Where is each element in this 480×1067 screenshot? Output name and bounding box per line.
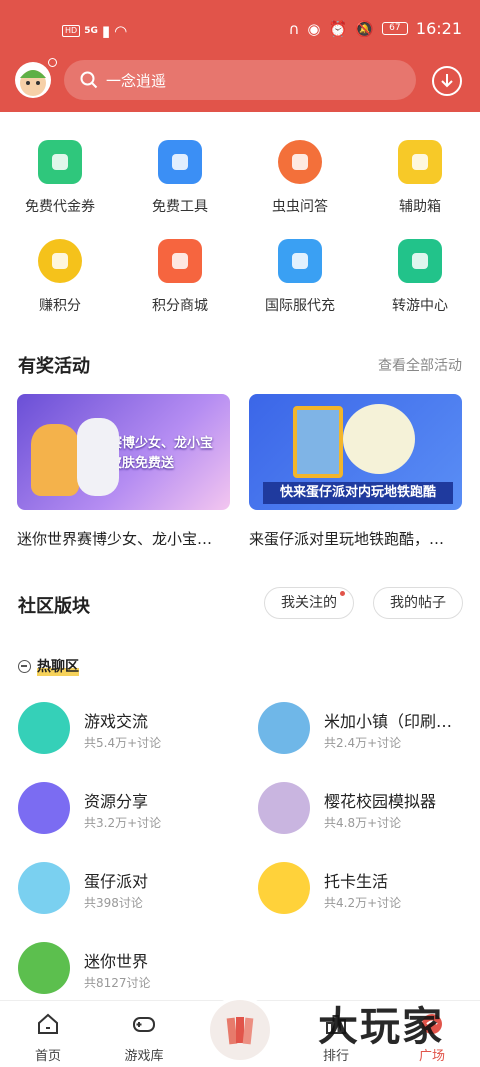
clock: 16:21 bbox=[415, 19, 462, 38]
book-stack-icon bbox=[226, 1017, 254, 1045]
community-meta: 共5.4万+讨论 bbox=[84, 736, 162, 750]
community-avatar bbox=[258, 782, 310, 834]
watermark-logo: 大玩家 bbox=[318, 1004, 444, 1050]
alarm-icon: ⏰ bbox=[328, 19, 348, 38]
search-bar[interactable]: 一念逍遥 bbox=[64, 60, 416, 100]
network-tag: 5G bbox=[84, 26, 98, 36]
community-name: 资源分享 bbox=[84, 792, 149, 811]
tool-label: 转游中心 bbox=[392, 298, 448, 314]
my-posts-button[interactable]: 我的帖子 bbox=[373, 587, 463, 619]
tool-coin[interactable]: 赚积分 bbox=[0, 229, 120, 315]
tool-robot[interactable]: 辅助箱 bbox=[360, 130, 480, 216]
banner-2-text: 快来蛋仔派对内玩地铁跑酷 bbox=[263, 482, 453, 504]
tool-label: 国际服代充 bbox=[265, 298, 335, 314]
girl-figure bbox=[77, 418, 119, 496]
nav-home[interactable]: 首页 bbox=[0, 1011, 96, 1064]
coupon-icon bbox=[38, 140, 82, 184]
community-title: 社区版块 bbox=[18, 596, 90, 617]
eye-icon: ◉ bbox=[307, 19, 321, 38]
activities-title: 有奖活动 bbox=[18, 356, 90, 377]
wallet-icon bbox=[278, 239, 322, 283]
tool-label: 免费代金券 bbox=[25, 199, 95, 215]
community-meta: 共398讨论 bbox=[84, 896, 143, 910]
community-name: 游戏交流 bbox=[84, 712, 149, 731]
community-name: 迷你世界 bbox=[84, 952, 149, 971]
tool-shop[interactable]: 积分商城 bbox=[120, 229, 240, 315]
avatar[interactable] bbox=[15, 62, 51, 98]
activity-banner-2[interactable]: 快来蛋仔派对内玩地铁跑酷 bbox=[249, 394, 462, 510]
center-game-button[interactable] bbox=[210, 1000, 270, 1060]
question-icon bbox=[278, 140, 322, 184]
tool-label: 积分商城 bbox=[152, 298, 208, 314]
transfer-icon bbox=[398, 239, 442, 283]
banner-1-text: 赛博少女、龙小宝 皮肤免费送 bbox=[109, 436, 214, 471]
download-icon bbox=[441, 74, 453, 88]
battery-icon: 67 bbox=[381, 22, 408, 35]
subway-poster bbox=[293, 406, 343, 478]
download-button[interactable] bbox=[432, 66, 462, 96]
community-name: 托卡生活 bbox=[324, 872, 389, 891]
followed-dot bbox=[340, 591, 345, 596]
signal-icon: ▮ bbox=[101, 22, 111, 40]
community-item[interactable]: 迷你世界共8127讨论 bbox=[18, 942, 248, 1002]
search-icon bbox=[80, 71, 98, 89]
activity-banner-1[interactable]: 赛博少女、龙小宝 皮肤免费送 bbox=[17, 394, 230, 510]
community-item[interactable]: 蛋仔派对共398讨论 bbox=[18, 862, 248, 922]
community-name: 米加小镇（印刷… bbox=[324, 712, 453, 731]
robot-icon bbox=[398, 140, 442, 184]
tool-toolbox[interactable]: 免费工具 bbox=[120, 130, 240, 216]
search-placeholder: 一念逍遥 bbox=[106, 71, 167, 90]
community-avatar bbox=[258, 862, 310, 914]
community-avatar bbox=[18, 702, 70, 754]
community-item[interactable]: 樱花校园模拟器共4.8万+讨论 bbox=[258, 782, 480, 842]
home-icon bbox=[38, 1013, 58, 1034]
community-item[interactable]: 米加小镇（印刷… 共2.4万+讨论 bbox=[258, 702, 480, 762]
tool-label: 虫虫问答 bbox=[272, 199, 328, 215]
community-item[interactable]: 托卡生活共4.2万+讨论 bbox=[258, 862, 480, 922]
shop-icon bbox=[158, 239, 202, 283]
activity-caption-1[interactable]: 迷你世界赛博少女、龙小宝… bbox=[17, 528, 230, 549]
community-meta: 共8127讨论 bbox=[84, 976, 151, 990]
headphone-icon: ∩ bbox=[288, 19, 300, 38]
hd-tag: HD bbox=[62, 25, 81, 37]
mute-icon: 🔕 bbox=[355, 19, 374, 38]
community-avatar bbox=[18, 942, 70, 994]
nav-gamelib-label: 游戏库 bbox=[124, 1049, 164, 1064]
community-name: 樱花校园模拟器 bbox=[324, 792, 437, 811]
tool-coupon[interactable]: 免费代金券 bbox=[0, 130, 120, 216]
community-avatar bbox=[18, 782, 70, 834]
community-item[interactable]: 游戏交流共5.4万+讨论 bbox=[18, 702, 248, 762]
nav-gamelib[interactable]: 游戏库 bbox=[96, 1011, 192, 1064]
hot-label: 热聊区 bbox=[37, 656, 79, 676]
gamepad-icon bbox=[133, 1017, 155, 1032]
coin-icon bbox=[38, 239, 82, 283]
community-meta: 共2.4万+讨论 bbox=[324, 736, 402, 750]
wifi-icon: ◠ bbox=[114, 22, 128, 40]
dragon-figure bbox=[31, 424, 79, 496]
activity-caption-2[interactable]: 来蛋仔派对里玩地铁跑酷，… bbox=[249, 528, 462, 549]
eggy-figure bbox=[343, 404, 415, 474]
community-meta: 共4.2万+讨论 bbox=[324, 896, 402, 910]
community-name: 蛋仔派对 bbox=[84, 872, 149, 891]
community-meta: 共3.2万+讨论 bbox=[84, 816, 162, 830]
community-meta: 共4.8万+讨论 bbox=[324, 816, 402, 830]
status-bar: HD 5G ▮ ◠ ∩ ◉ ⏰ 🔕 67 16:21 bbox=[0, 14, 480, 44]
notification-dot bbox=[48, 58, 57, 67]
tool-label: 免费工具 bbox=[152, 199, 208, 215]
toolbox-icon bbox=[158, 140, 202, 184]
community-avatar bbox=[258, 702, 310, 754]
tool-label: 赚积分 bbox=[39, 298, 81, 314]
tool-transfer[interactable]: 转游中心 bbox=[360, 229, 480, 315]
hot-section-toggle[interactable]: 热聊区 bbox=[18, 656, 79, 676]
community-avatar bbox=[18, 862, 70, 914]
view-all-activities-link[interactable]: 查看全部活动 bbox=[378, 355, 462, 375]
tool-label: 辅助箱 bbox=[399, 199, 441, 215]
tool-question[interactable]: 虫虫问答 bbox=[240, 130, 360, 216]
tool-wallet[interactable]: 国际服代充 bbox=[240, 229, 360, 315]
collapse-icon bbox=[18, 659, 31, 673]
nav-home-label: 首页 bbox=[34, 1049, 61, 1064]
community-item[interactable]: 资源分享共3.2万+讨论 bbox=[18, 782, 248, 842]
